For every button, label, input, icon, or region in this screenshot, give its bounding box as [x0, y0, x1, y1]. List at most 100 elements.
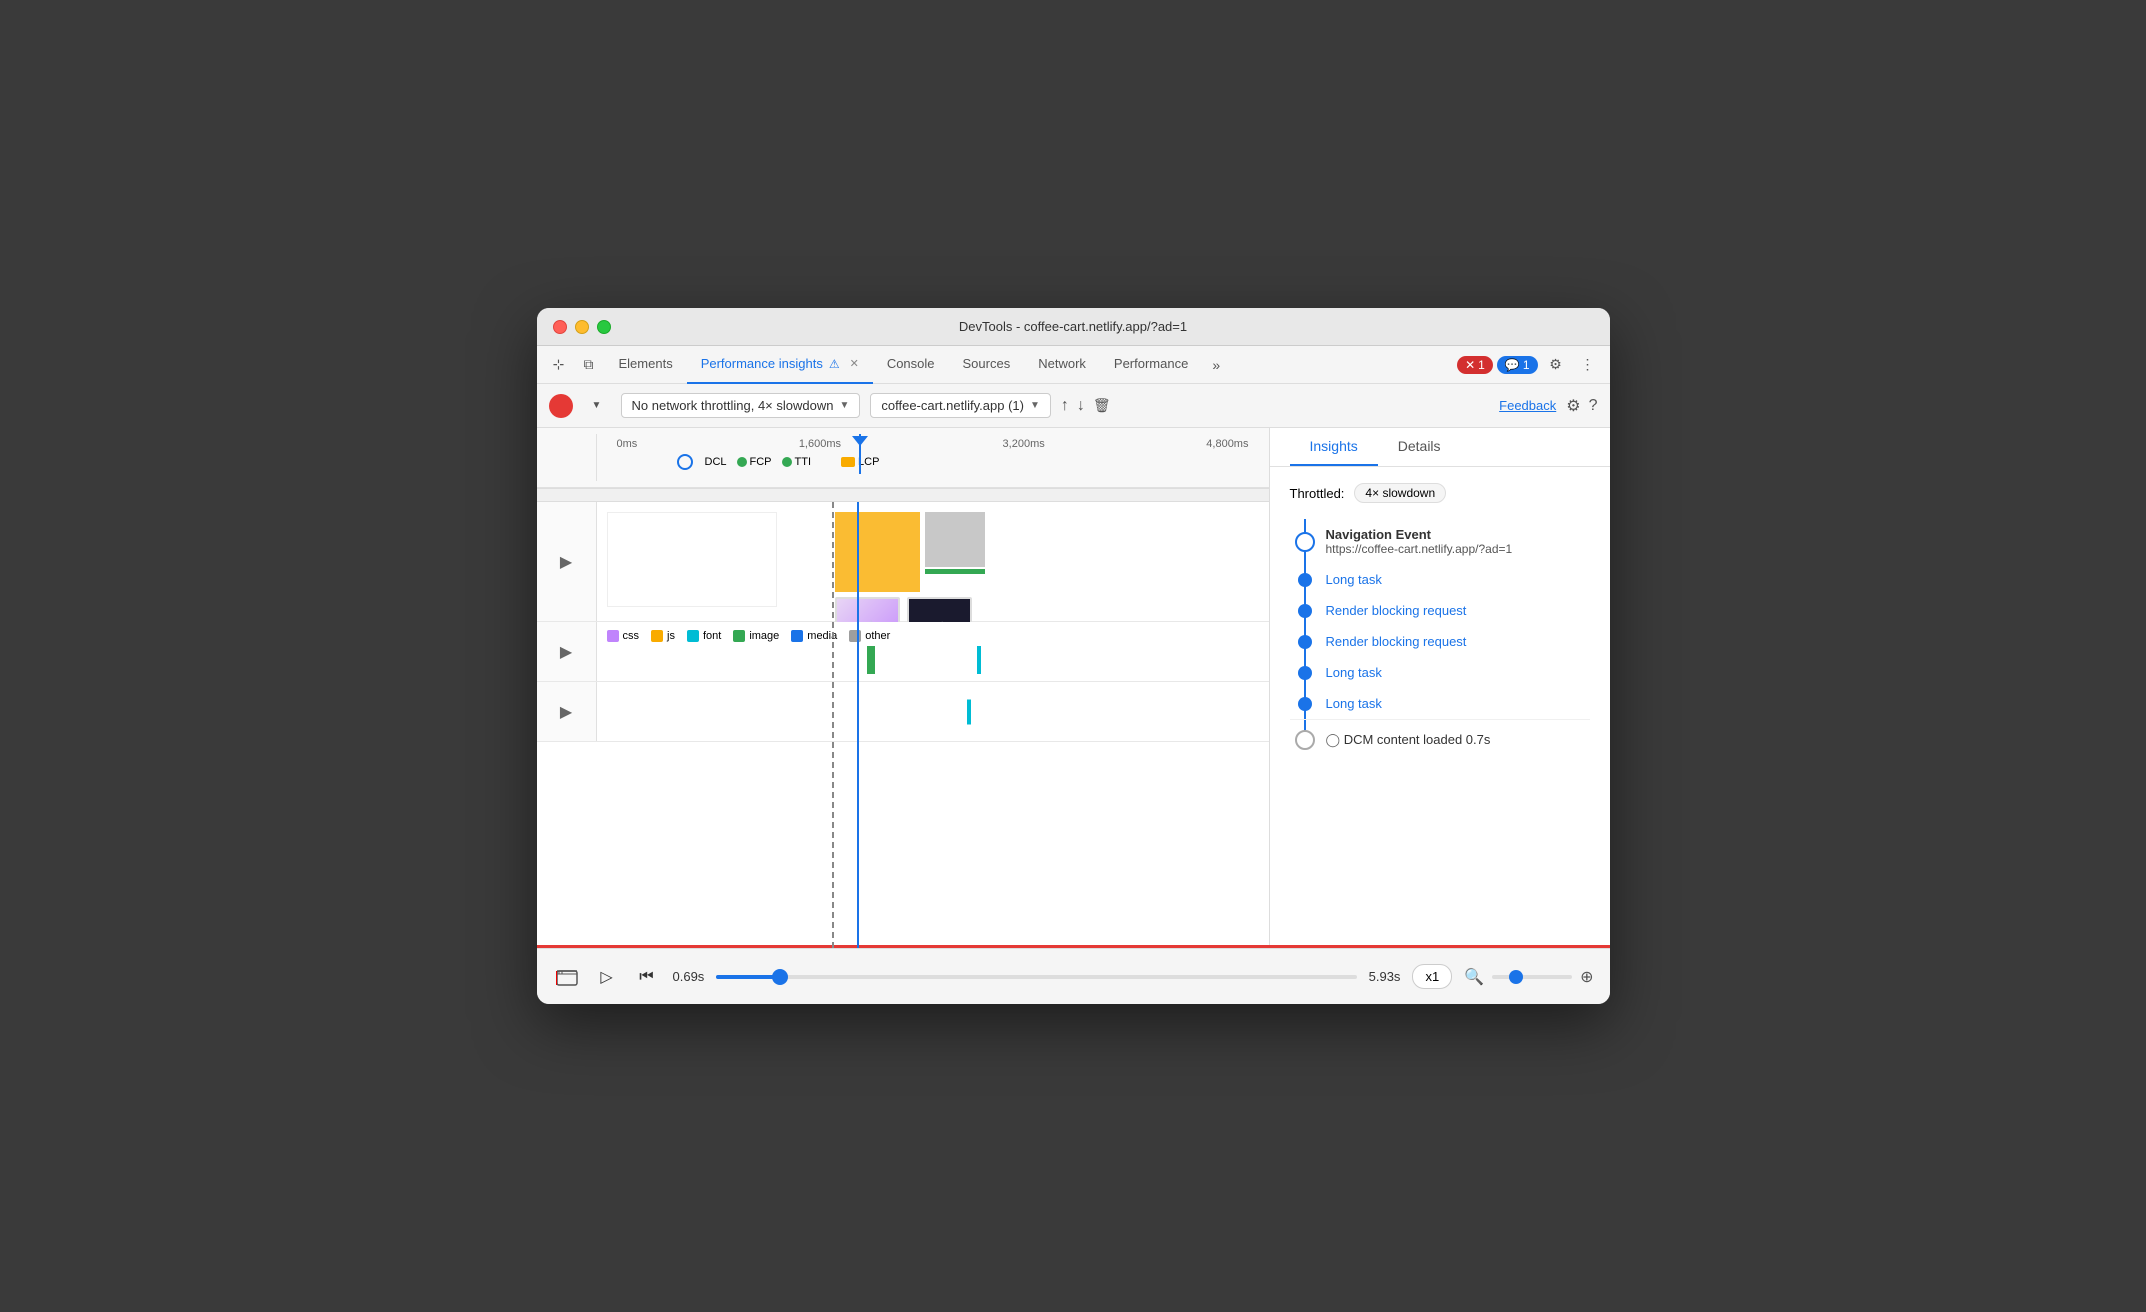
font-color — [687, 630, 699, 642]
tab-console[interactable]: Console — [873, 346, 949, 384]
more-options-icon[interactable]: ⋮ — [1574, 351, 1602, 379]
tti-label: TTI — [795, 456, 812, 468]
cursor-icon[interactable]: ⊹ — [545, 351, 573, 379]
delete-icon[interactable]: 🗑 — [1093, 397, 1111, 414]
close-button[interactable] — [553, 320, 567, 334]
render-blocking-2-link[interactable]: Render blocking request — [1326, 634, 1467, 649]
window-title: DevTools - coffee-cart.netlify.app/?ad=1 — [959, 319, 1187, 334]
settings-right-icons: ⚙ ? — [1566, 396, 1597, 416]
more-tabs-button[interactable]: » — [1202, 351, 1230, 379]
devtools-window: DevTools - coffee-cart.netlify.app/?ad=1… — [537, 308, 1610, 1004]
long-task-3-event: Long task — [1290, 688, 1590, 719]
playback-slider[interactable] — [716, 967, 1356, 987]
tab-sources[interactable]: Sources — [949, 346, 1025, 384]
css-label: css — [623, 630, 640, 642]
page-white-box — [607, 512, 777, 607]
download-icon[interactable]: ↓ — [1077, 397, 1085, 415]
tab-performance-insights[interactable]: Performance insights ⚠ ✕ — [687, 346, 873, 384]
dcl-icon: ◯ — [1326, 732, 1341, 747]
mini-network-bars — [607, 650, 1259, 670]
record-button[interactable] — [549, 394, 573, 418]
playback-time-end: 5.93s — [1369, 969, 1401, 984]
minimize-button[interactable] — [575, 320, 589, 334]
navigation-url: https://coffee-cart.netlify.app/?ad=1 — [1326, 542, 1590, 556]
timeline-cursor-header — [859, 434, 861, 474]
timeline-header: 0ms 1,600ms 3,200ms 4,800ms DCL FCP — [537, 428, 1269, 488]
render-blocking-1-event: Render blocking request — [1290, 595, 1590, 626]
target-dropdown-arrow: ▼ — [1030, 400, 1040, 411]
navigation-content: Navigation Event https://coffee-cart.net… — [1326, 527, 1590, 556]
dashed-cursor — [832, 502, 834, 948]
error-count-badge[interactable]: ✕ 1 — [1457, 356, 1493, 374]
titlebar: DevTools - coffee-cart.netlify.app/?ad=1 — [537, 308, 1610, 346]
throttle-dropdown-arrow: ▼ — [839, 400, 849, 411]
legend: css js font — [607, 630, 1259, 642]
upload-icon[interactable]: ↑ — [1061, 397, 1069, 415]
screenshot-toggle-button[interactable] — [553, 963, 581, 991]
js-label: js — [667, 630, 675, 642]
timeline-content: ▶ ☕ — [537, 502, 1269, 948]
settings-icon[interactable]: ⚙ — [1542, 351, 1570, 379]
long-task-1-dot — [1298, 573, 1312, 587]
render-blocking-1-link[interactable]: Render blocking request — [1326, 603, 1467, 618]
zoom-thumb[interactable] — [1509, 970, 1523, 984]
sidebar-tab-insights[interactable]: Insights — [1290, 428, 1378, 466]
maximize-button[interactable] — [597, 320, 611, 334]
help-icon[interactable]: ? — [1589, 397, 1598, 415]
timeline-cursor — [857, 502, 859, 948]
tti-dot — [782, 457, 792, 467]
long-task-3-link[interactable]: Long task — [1326, 696, 1382, 711]
skip-back-button[interactable]: ⏮ — [633, 963, 661, 991]
legend-image: image — [733, 630, 779, 642]
zoom-in-icon[interactable]: ⊕ — [1580, 967, 1593, 987]
speed-button[interactable]: x1 — [1412, 964, 1452, 989]
target-dropdown[interactable]: coffee-cart.netlify.app (1) ▼ — [870, 393, 1051, 418]
settings-gear-icon[interactable]: ⚙ — [1566, 396, 1580, 416]
throttle-value: 4× slowdown — [1354, 483, 1446, 503]
image-bar — [867, 646, 875, 674]
expand-filmstrip-icon[interactable]: ▶ — [560, 552, 572, 572]
navigation-circle — [1295, 532, 1315, 552]
long-task-2-link[interactable]: Long task — [1326, 665, 1382, 680]
slider-fill — [716, 975, 780, 979]
fcp-dot — [737, 457, 747, 467]
dom-circle — [1295, 730, 1315, 750]
tab-network[interactable]: Network — [1024, 346, 1100, 384]
tab-close-icon[interactable]: ✕ — [850, 357, 859, 370]
long-task-1-link[interactable]: Long task — [1326, 572, 1382, 587]
sidebar: Insights Details Throttled: 4× slowdown — [1270, 428, 1610, 948]
inspect-icon[interactable]: ⧉ — [575, 351, 603, 379]
tab-elements[interactable]: Elements — [605, 346, 687, 384]
zoom-track[interactable] — [1492, 975, 1572, 979]
js-color — [651, 630, 663, 642]
throttle-row: Throttled: 4× slowdown — [1290, 483, 1590, 503]
empty-row: ▶ — [537, 682, 1269, 742]
expand-network-icon[interactable]: ▶ — [560, 642, 572, 662]
feedback-link[interactable]: Feedback — [1499, 398, 1556, 413]
slider-thumb[interactable] — [772, 969, 788, 985]
long-task-3-dot — [1298, 697, 1312, 711]
message-count-badge[interactable]: 💬 1 — [1497, 356, 1538, 374]
lcp-rect — [841, 457, 855, 467]
cyan-marker — [967, 699, 971, 724]
settings-row: ▼ No network throttling, 4× slowdown ▼ c… — [537, 384, 1610, 428]
fcp-label: FCP — [750, 456, 772, 468]
fcp-marker: FCP — [737, 456, 772, 468]
record-dropdown-icon[interactable]: ▼ — [583, 392, 611, 420]
tab-performance[interactable]: Performance — [1100, 346, 1202, 384]
expand-row-icon[interactable]: ▶ — [560, 702, 572, 722]
timeline-scrollbar[interactable] — [537, 488, 1269, 502]
render-blocking-2-dot — [1298, 635, 1312, 649]
zoom-out-icon[interactable]: 🔍 — [1464, 967, 1484, 987]
image-color — [733, 630, 745, 642]
other-label: other — [865, 630, 890, 642]
legend-font: font — [687, 630, 721, 642]
throttle-dropdown[interactable]: No network throttling, 4× slowdown ▼ — [621, 393, 861, 418]
play-button[interactable]: ▷ — [593, 963, 621, 991]
traffic-lights — [553, 320, 611, 334]
playback-time-start: 0.69s — [673, 969, 705, 984]
dcl-circle — [677, 454, 693, 470]
image-label: image — [749, 630, 779, 642]
sidebar-tab-details[interactable]: Details — [1378, 428, 1461, 466]
filmstrip-row: ▶ ☕ — [537, 502, 1269, 622]
